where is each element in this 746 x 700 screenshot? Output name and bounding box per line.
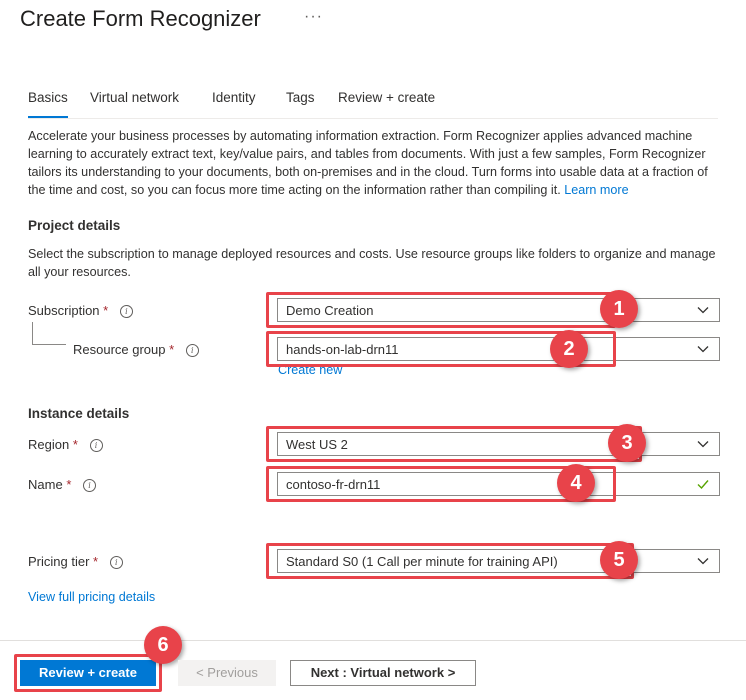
footer-divider bbox=[0, 640, 746, 641]
page-title: Create Form Recognizer bbox=[20, 6, 261, 31]
required-asterisk: * bbox=[72, 437, 78, 452]
resource-group-label-text: Resource group bbox=[73, 342, 166, 357]
info-icon[interactable]: i bbox=[185, 344, 199, 358]
learn-more-link[interactable]: Learn more bbox=[564, 183, 628, 197]
info-icon[interactable]: i bbox=[89, 439, 103, 453]
tab-divider bbox=[28, 118, 718, 119]
region-label-text: Region bbox=[28, 437, 70, 452]
tree-connector-horizontal bbox=[32, 344, 66, 345]
instance-details-heading: Instance details bbox=[28, 406, 130, 421]
annotation-badge-3: 3 bbox=[608, 424, 646, 462]
next-virtual-network-button[interactable]: Next : Virtual network > bbox=[290, 660, 476, 686]
checkmark-icon bbox=[697, 480, 709, 490]
highlight-box-6 bbox=[14, 654, 162, 692]
pricing-tier-label: Pricing tier * i bbox=[28, 554, 123, 570]
view-pricing-details-link[interactable]: View full pricing details bbox=[28, 590, 155, 604]
project-details-description: Select the subscription to manage deploy… bbox=[28, 247, 716, 279]
chevron-down-icon bbox=[697, 558, 709, 565]
previous-button: < Previous bbox=[178, 660, 276, 686]
name-label-text: Name bbox=[28, 477, 63, 492]
region-label: Region * i bbox=[28, 437, 103, 453]
pricing-tier-label-text: Pricing tier bbox=[28, 554, 90, 569]
tab-virtual-network[interactable]: Virtual network bbox=[90, 90, 179, 105]
required-asterisk: * bbox=[93, 554, 99, 569]
subscription-label-text: Subscription bbox=[28, 303, 100, 318]
annotation-badge-4: 4 bbox=[557, 464, 595, 502]
highlight-box-1 bbox=[266, 292, 616, 328]
more-options-icon[interactable]: ··· bbox=[304, 8, 323, 26]
resource-group-label: Resource group * i bbox=[73, 342, 199, 358]
name-label: Name * i bbox=[28, 477, 96, 493]
tab-identity[interactable]: Identity bbox=[212, 90, 256, 105]
annotation-badge-5: 5 bbox=[600, 541, 638, 579]
info-icon[interactable]: i bbox=[109, 556, 123, 570]
annotation-badge-2: 2 bbox=[550, 330, 588, 368]
info-icon[interactable]: i bbox=[83, 479, 96, 493]
annotation-badge-1: 1 bbox=[600, 290, 638, 328]
tree-connector bbox=[32, 322, 33, 344]
subscription-label: Subscription * i bbox=[28, 303, 133, 319]
annotation-badge-6: 6 bbox=[144, 626, 182, 664]
highlight-box-3 bbox=[266, 426, 642, 462]
required-asterisk: * bbox=[103, 303, 109, 318]
required-asterisk: * bbox=[66, 477, 72, 492]
tab-review-create[interactable]: Review + create bbox=[338, 90, 435, 105]
highlight-box-5 bbox=[266, 543, 634, 579]
chevron-down-icon bbox=[697, 307, 709, 314]
project-details-heading: Project details bbox=[28, 218, 121, 233]
required-asterisk: * bbox=[169, 342, 175, 357]
tab-tags[interactable]: Tags bbox=[286, 90, 315, 105]
chevron-down-icon bbox=[697, 346, 709, 353]
info-icon[interactable]: i bbox=[119, 305, 133, 319]
active-tab-indicator bbox=[28, 116, 68, 118]
tab-basics[interactable]: Basics bbox=[28, 90, 68, 105]
intro-description: Accelerate your business processes by au… bbox=[28, 127, 728, 199]
chevron-down-icon bbox=[697, 441, 709, 448]
